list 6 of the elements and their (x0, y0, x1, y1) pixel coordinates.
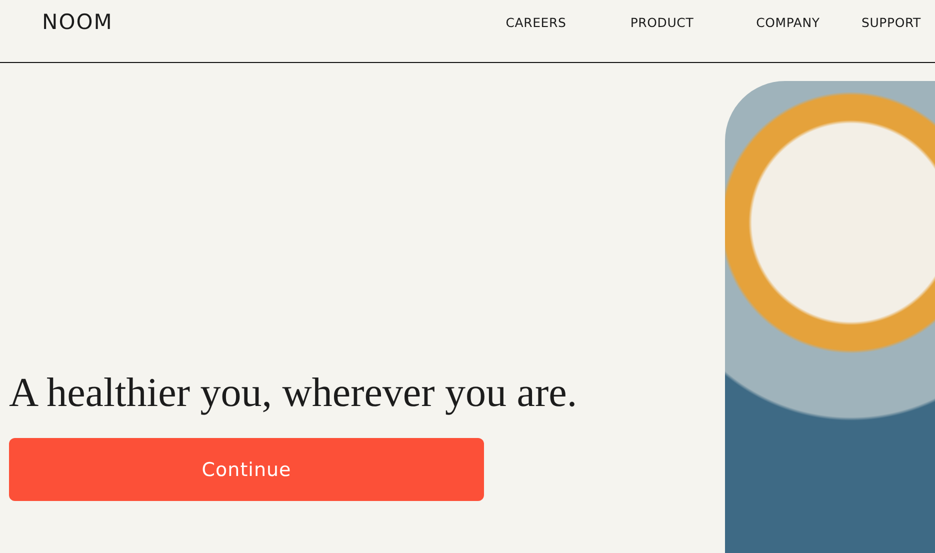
noom-logo[interactable]: NOOM (42, 10, 113, 34)
hero-headline: A healthier you, wherever you are. (9, 368, 578, 416)
nav-link[interactable]: PRODUCT (599, 14, 725, 30)
nav-link[interactable]: COMPANY (725, 14, 851, 30)
nav-link[interactable]: SUPPORT (851, 14, 921, 30)
nav-link[interactable]: CAREERS (473, 14, 599, 30)
